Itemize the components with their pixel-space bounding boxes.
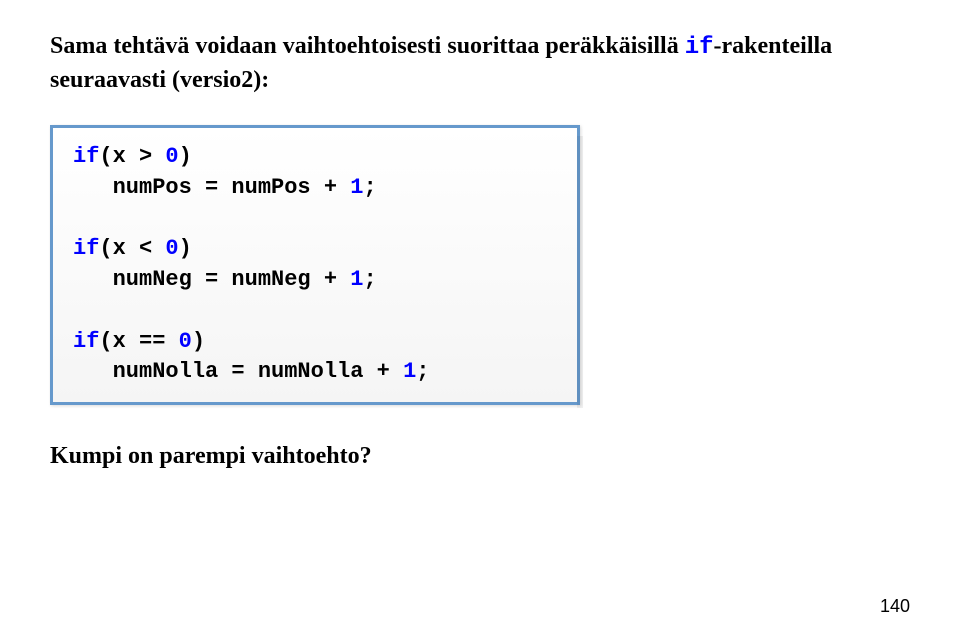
code-text: numNeg = numNeg +: [73, 267, 350, 292]
code-num: 0: [165, 144, 178, 169]
code-text: ): [192, 329, 205, 354]
code-num: 0: [179, 329, 192, 354]
code-box: if(x > 0) numPos = numPos + 1; if(x < 0)…: [50, 125, 580, 405]
code-text: numNolla = numNolla +: [73, 359, 403, 384]
intro-keyword: if: [685, 34, 714, 61]
code-block: if(x > 0) numPos = numPos + 1; if(x < 0)…: [73, 142, 557, 388]
code-kw: if: [73, 329, 99, 354]
code-num: 1: [350, 267, 363, 292]
code-num: 1: [403, 359, 416, 384]
code-text: ;: [363, 267, 376, 292]
code-text: (x <: [99, 236, 165, 261]
intro-part1: Sama tehtävä voidaan vaihtoehtoisesti su…: [50, 33, 685, 59]
code-text: ;: [363, 175, 376, 200]
code-kw: if: [73, 144, 99, 169]
code-text: ): [179, 144, 192, 169]
question-text: Kumpi on parempi vaihtoehto?: [50, 443, 910, 470]
code-kw: if: [73, 236, 99, 261]
code-num: 0: [165, 236, 178, 261]
code-num: 1: [350, 175, 363, 200]
code-text: ;: [416, 359, 429, 384]
code-text: ): [179, 236, 192, 261]
code-text: numPos = numPos +: [73, 175, 350, 200]
code-text: (x >: [99, 144, 165, 169]
code-text: (x ==: [99, 329, 178, 354]
page-number: 140: [880, 596, 910, 617]
intro-text: Sama tehtävä voidaan vaihtoehtoisesti su…: [50, 30, 910, 97]
